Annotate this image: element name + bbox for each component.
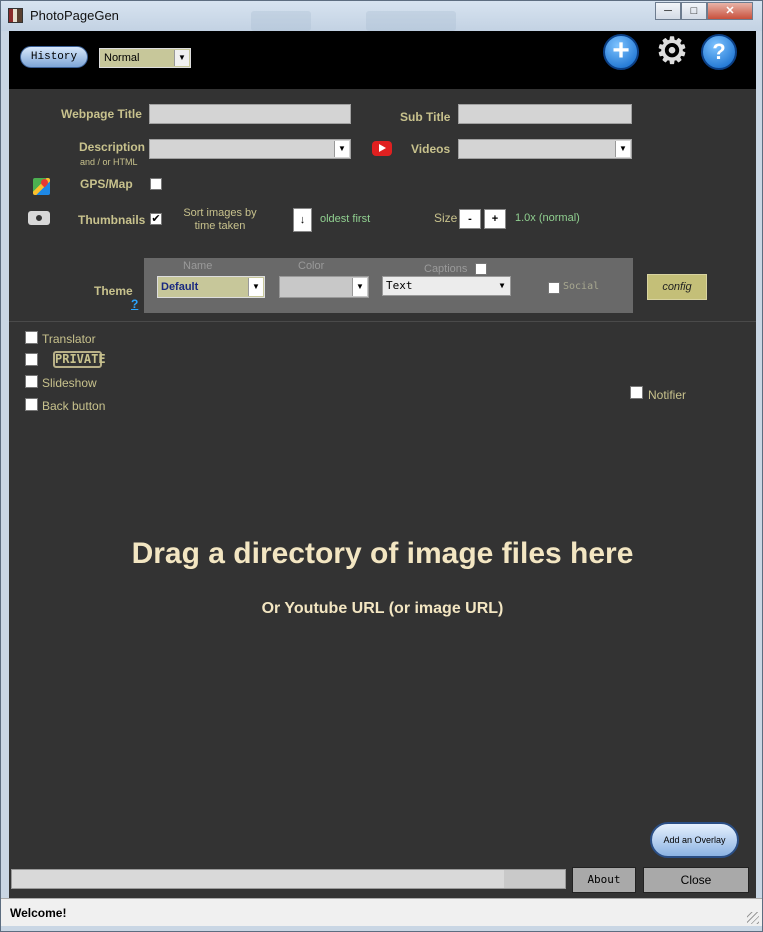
theme-name-value: Default	[161, 281, 199, 293]
resize-grip-icon[interactable]	[747, 912, 759, 924]
chevron-down-icon: ▼	[334, 141, 349, 157]
ghost-tab	[251, 11, 311, 31]
chevron-down-icon: ▼	[248, 278, 263, 296]
slideshow-label: Slideshow	[42, 376, 97, 390]
progress-bar	[11, 869, 566, 889]
play-icon	[379, 144, 386, 152]
app-icon	[8, 8, 23, 23]
gear-icon[interactable]: ⚙	[654, 33, 690, 70]
description-label: Description	[79, 140, 146, 154]
slideshow-checkbox[interactable]	[25, 375, 38, 388]
private-badge: PRIVATE	[53, 351, 106, 368]
translator-checkbox[interactable]	[25, 331, 38, 344]
history-button[interactable]: History	[20, 46, 88, 68]
translator-label: Translator	[42, 332, 96, 346]
maximize-button[interactable]: □	[681, 2, 707, 20]
add-overlay-button[interactable]: Add an Overlay	[650, 822, 739, 858]
ghost-tab	[366, 11, 456, 31]
private-checkbox[interactable]	[25, 353, 38, 366]
gps-checkbox[interactable]	[150, 178, 162, 190]
status-text: Welcome!	[10, 906, 67, 920]
theme-color-select[interactable]: ▼	[279, 276, 369, 298]
app-window: PhotoPageGen ─ □ ✕ History Normal ▼ + ⚙ …	[0, 0, 763, 932]
progress-fill	[12, 870, 505, 888]
plus-icon[interactable]: +	[603, 34, 639, 70]
close-button[interactable]: Close	[643, 867, 749, 893]
youtube-icon	[372, 141, 392, 156]
webpage-title-input[interactable]	[149, 104, 351, 124]
notifier-label: Notifier	[648, 388, 687, 402]
social-label: Social	[563, 281, 600, 292]
videos-label: Videos	[411, 142, 451, 156]
map-icon	[33, 177, 50, 195]
size-value: 1.0x (normal)	[515, 212, 580, 224]
chevron-down-icon: ▼	[615, 141, 630, 157]
main-panel: History Normal ▼ + ⚙ ? Webpage Title Sub…	[9, 31, 756, 924]
webpage-title-label: Webpage Title	[61, 107, 142, 121]
drop-zone-heading[interactable]: Drag a directory of image files here	[9, 537, 756, 571]
camera-icon	[28, 211, 50, 225]
chevron-down-icon: ▼	[352, 278, 367, 296]
mode-select-value: Normal	[104, 52, 140, 64]
title-bar[interactable]: PhotoPageGen ─ □ ✕	[1, 1, 762, 31]
size-decrease-button[interactable]: -	[459, 209, 481, 229]
help-icon[interactable]: ?	[701, 34, 737, 70]
theme-color-header: Color	[298, 260, 325, 272]
theme-label: Theme	[94, 284, 133, 298]
config-button[interactable]: config	[647, 274, 707, 300]
sub-title-input[interactable]	[458, 104, 632, 124]
theme-help-link[interactable]: ?	[131, 297, 138, 311]
camera-lens-icon	[34, 213, 44, 223]
sort-order-label: oldest first	[320, 213, 371, 225]
map-pin-icon	[39, 177, 50, 188]
sort-direction-button[interactable]: ↓	[293, 208, 312, 232]
captions-header: Captions	[424, 263, 468, 275]
theme-name-select[interactable]: Default ▼	[157, 276, 265, 298]
description-select[interactable]: ▼	[149, 139, 351, 159]
theme-name-header: Name	[183, 260, 213, 272]
videos-select[interactable]: ▼	[458, 139, 632, 159]
window-title: PhotoPageGen	[30, 8, 119, 23]
close-window-button[interactable]: ✕	[707, 2, 753, 20]
back-button-label: Back button	[42, 399, 106, 413]
minimize-button[interactable]: ─	[655, 2, 681, 20]
drop-zone-subheading: Or Youtube URL (or image URL)	[261, 600, 504, 617]
size-label: Size	[434, 211, 458, 225]
social-checkbox[interactable]	[548, 282, 560, 294]
captions-select[interactable]: Text ▼	[382, 276, 511, 296]
chevron-down-icon: ▼	[495, 278, 509, 294]
captions-checkbox[interactable]	[475, 263, 487, 275]
back-button-checkbox[interactable]	[25, 398, 38, 411]
status-bar: Welcome!	[1, 898, 762, 926]
top-toolbar: History Normal ▼ + ⚙ ?	[9, 31, 756, 89]
sort-label: Sort images by time taken	[183, 207, 257, 232]
thumbnails-label: Thumbnails	[78, 213, 146, 227]
notifier-checkbox[interactable]	[630, 386, 643, 399]
description-hint: and / or HTML	[80, 157, 138, 167]
size-increase-button[interactable]: +	[484, 209, 506, 229]
captions-value: Text	[386, 279, 413, 292]
thumbnails-checkbox[interactable]: ✔	[150, 213, 162, 225]
about-button[interactable]: About	[572, 867, 636, 893]
mode-select[interactable]: Normal ▼	[99, 48, 191, 68]
divider	[9, 321, 756, 322]
theme-panel: Name Color Captions Default ▼ ▼ Text ▼ S…	[144, 258, 633, 313]
chevron-down-icon: ▼	[174, 50, 189, 66]
gps-label: GPS/Map	[80, 177, 133, 191]
sub-title-label: Sub Title	[400, 110, 451, 124]
